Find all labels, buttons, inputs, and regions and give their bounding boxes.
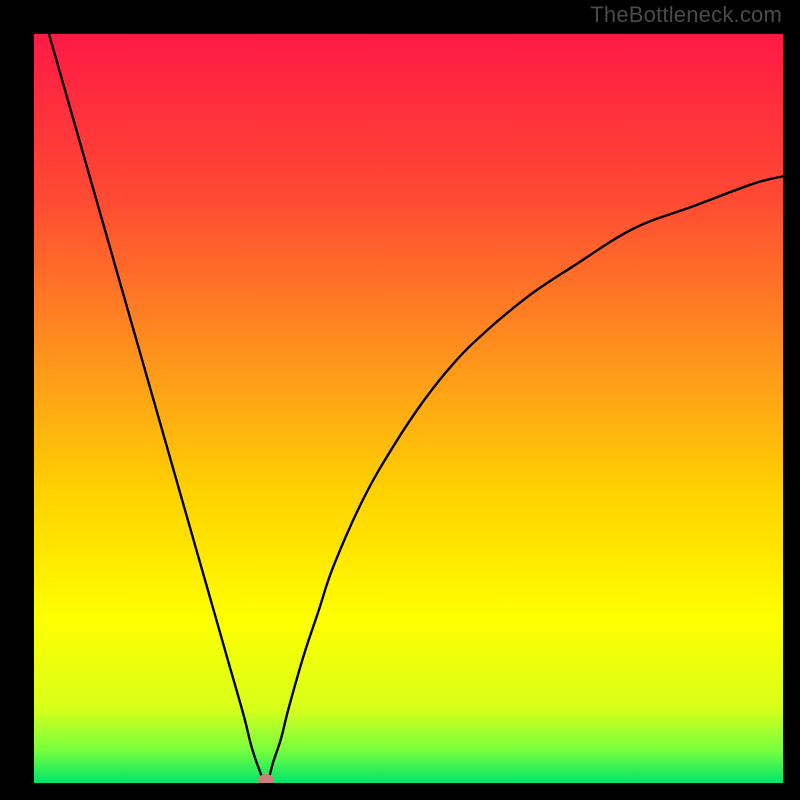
minimum-marker bbox=[258, 774, 274, 783]
watermark-text: TheBottleneck.com bbox=[590, 2, 782, 28]
bottleneck-curve bbox=[34, 34, 783, 783]
plot-area bbox=[34, 34, 783, 783]
